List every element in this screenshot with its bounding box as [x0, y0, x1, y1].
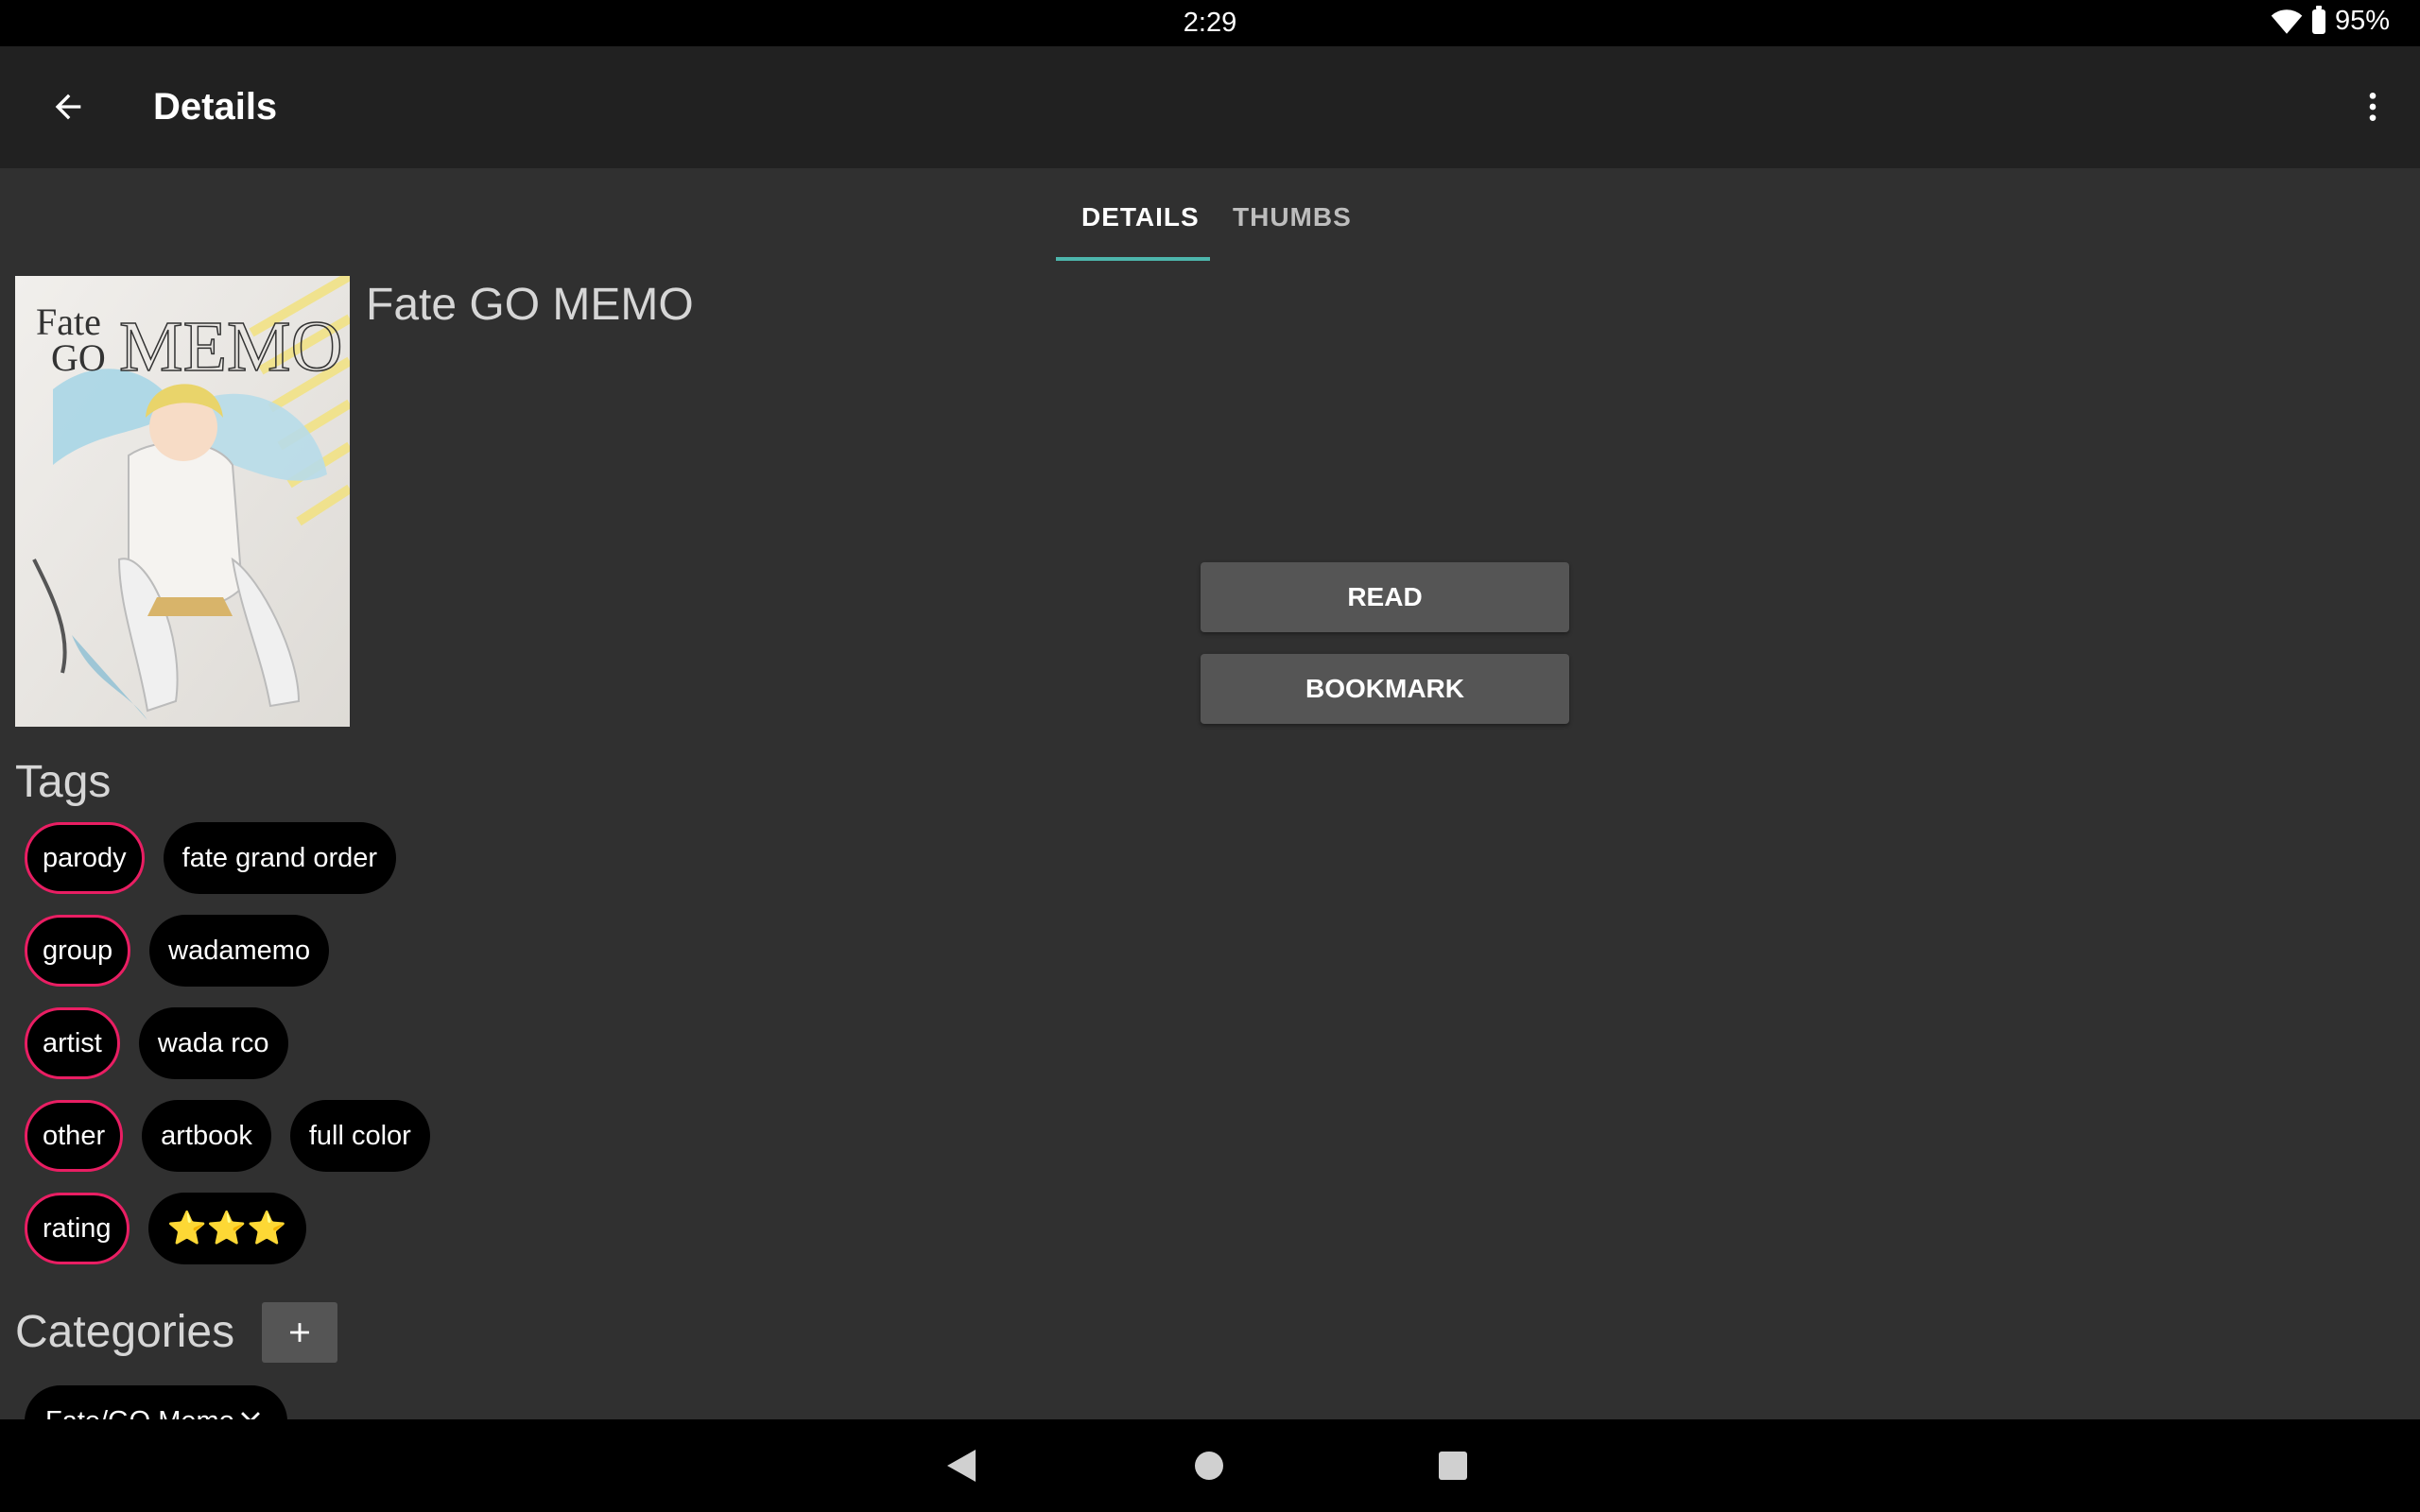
tag-row-parody: parody fate grand order	[25, 822, 397, 896]
tag-row-artist: artist wada rco	[25, 1007, 288, 1081]
back-button[interactable]	[38, 77, 98, 137]
battery-icon	[2311, 5, 2325, 34]
tag-chip[interactable]: full color	[289, 1100, 430, 1172]
overflow-menu-button[interactable]	[2342, 77, 2403, 137]
tag-row-group: group wadamemo	[25, 915, 330, 988]
tab-thumbs[interactable]: THUMBS	[1233, 202, 1352, 232]
status-bar: 2:29 95%	[0, 0, 2420, 46]
tag-namespace-chip[interactable]: parody	[25, 822, 145, 894]
app-bar: Details	[0, 46, 2420, 168]
tags-heading: Tags	[15, 757, 112, 807]
tab-indicator	[1056, 257, 1210, 261]
tag-chip[interactable]: wadamemo	[149, 915, 330, 987]
tag-namespace-chip[interactable]: group	[25, 915, 131, 987]
system-nav-bar	[0, 1419, 2420, 1512]
nav-recents-icon[interactable]	[1439, 1452, 1467, 1480]
tag-namespace-chip[interactable]: other	[25, 1100, 124, 1172]
more-vert-icon	[2369, 93, 2377, 121]
tab-bar: DETAILS THUMBS	[0, 168, 2420, 263]
gallery-title: Fate GO MEMO	[366, 280, 694, 330]
arrow-back-icon	[55, 94, 81, 120]
cover-illustration: Fate GO MEMO	[15, 276, 350, 727]
tag-row-rating: rating ⭐⭐⭐	[25, 1193, 306, 1266]
battery-percent: 95%	[2334, 6, 2390, 36]
bookmark-button[interactable]: BOOKMARK	[1201, 654, 1569, 724]
tag-chip[interactable]: wada rco	[138, 1007, 288, 1079]
categories-heading: Categories	[15, 1307, 235, 1357]
tag-chip[interactable]: artbook	[142, 1100, 271, 1172]
tag-row-other: other artbook full color	[25, 1100, 430, 1174]
svg-text:GO: GO	[51, 336, 106, 379]
nav-home-icon[interactable]	[1195, 1452, 1223, 1480]
nav-back-icon[interactable]	[945, 1448, 977, 1484]
page-title: Details	[153, 86, 278, 128]
add-category-button[interactable]	[262, 1302, 337, 1363]
status-time: 2:29	[1183, 8, 1237, 38]
svg-text:MEMO: MEMO	[119, 307, 342, 387]
plus-icon	[290, 1323, 309, 1342]
tab-details[interactable]: DETAILS	[1081, 202, 1200, 232]
rating-stars-chip[interactable]: ⭐⭐⭐	[147, 1193, 306, 1264]
read-button[interactable]: READ	[1201, 562, 1569, 632]
tag-chip[interactable]: fate grand order	[163, 822, 397, 894]
tag-namespace-chip[interactable]: rating	[25, 1193, 130, 1264]
wifi-icon	[2271, 9, 2303, 34]
tag-namespace-chip[interactable]: artist	[25, 1007, 120, 1079]
status-icons: 95%	[2271, 5, 2390, 37]
cover-image[interactable]: Fate GO MEMO	[15, 276, 350, 727]
